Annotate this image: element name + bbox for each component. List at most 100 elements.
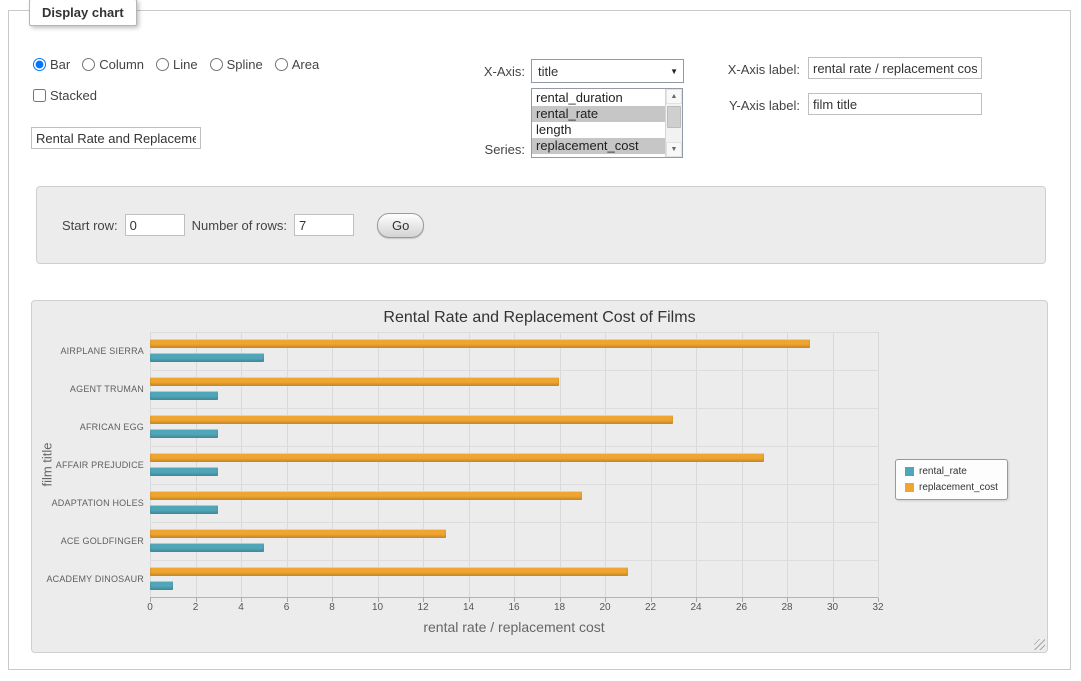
gridline — [742, 332, 743, 598]
chart-panel: Rental Rate and Replacement Cost of Film… — [31, 300, 1048, 653]
bar-replacement_cost[interactable] — [150, 377, 559, 386]
stacked-row: Stacked — [33, 88, 97, 103]
chevron-down-icon: ▼ — [670, 67, 678, 76]
gridline — [651, 332, 652, 598]
chart-title-input[interactable] — [31, 127, 201, 149]
x-tick-label: 28 — [781, 602, 792, 613]
x-axis-select-value: title — [538, 64, 558, 79]
plot-area — [150, 332, 878, 598]
y-axis-label-input[interactable] — [808, 93, 982, 115]
x-tick-label: 30 — [827, 602, 838, 613]
bar-rental_rate[interactable] — [150, 353, 264, 362]
gridline — [423, 332, 424, 598]
x-tick-label: 14 — [463, 602, 474, 613]
start-row-label: Start row: — [62, 218, 118, 233]
stacked-option[interactable]: Stacked — [33, 88, 97, 103]
series-option[interactable]: rental_rate — [532, 106, 665, 122]
chart-type-radio-line[interactable] — [156, 58, 169, 71]
chart-type-label: Column — [99, 57, 144, 72]
gridline — [378, 332, 379, 598]
legend-swatch-replacement_cost — [905, 483, 914, 492]
x-tick-label: 10 — [372, 602, 383, 613]
chart-type-radio-column[interactable] — [82, 58, 95, 71]
series-option[interactable]: rental_duration — [532, 90, 665, 106]
chart-type-option-area[interactable]: Area — [275, 57, 319, 72]
series-list-label: Series: — [405, 142, 525, 157]
gridline — [287, 332, 288, 598]
x-tick-label: 12 — [417, 602, 428, 613]
stacked-checkbox[interactable] — [33, 89, 46, 102]
row-line — [150, 560, 878, 561]
chart-type-radio-area[interactable] — [275, 58, 288, 71]
bar-replacement_cost[interactable] — [150, 339, 810, 348]
series-listbox[interactable]: rental_durationrental_ratelengthreplacem… — [531, 88, 683, 158]
legend: rental_rate replacement_cost — [895, 459, 1008, 500]
legend-item[interactable]: rental_rate — [905, 466, 998, 477]
category-label: AFFAIR PREJUDICE — [40, 446, 144, 484]
go-button[interactable]: Go — [377, 213, 424, 238]
legend-label: replacement_cost — [919, 482, 998, 493]
bar-replacement_cost[interactable] — [150, 453, 764, 462]
scrollbar-thumb[interactable] — [667, 106, 681, 128]
gridline — [833, 332, 834, 598]
y-axis-label-label: Y-Axis label: — [680, 98, 800, 113]
x-tick-label: 18 — [554, 602, 565, 613]
row-line — [150, 408, 878, 409]
category-label: ACE GOLDFINGER — [40, 522, 144, 560]
chart-type-radiogroup: Bar Column Line Spline Area — [33, 57, 319, 72]
bar-rental_rate[interactable] — [150, 581, 173, 590]
gridline — [196, 332, 197, 598]
gridline — [469, 332, 470, 598]
bar-rental_rate[interactable] — [150, 429, 218, 438]
chart-type-radio-bar[interactable] — [33, 58, 46, 71]
chart-type-option-column[interactable]: Column — [82, 57, 144, 72]
row-controls-panel: Start row: Number of rows: Go — [36, 186, 1046, 264]
resize-handle[interactable] — [1034, 639, 1045, 650]
chart-type-option-bar[interactable]: Bar — [33, 57, 70, 72]
chart-type-option-line[interactable]: Line — [156, 57, 198, 72]
gridline — [878, 332, 879, 598]
num-rows-input[interactable] — [294, 214, 354, 236]
display-chart-panel: Display chart Bar Column Line Spline Are… — [8, 10, 1071, 670]
gridline — [241, 332, 242, 598]
row-line — [150, 522, 878, 523]
series-option[interactable]: length — [532, 122, 665, 138]
x-tick-label: 32 — [872, 602, 883, 613]
bar-rental_rate[interactable] — [150, 467, 218, 476]
x-axis-line — [150, 597, 878, 598]
bar-rental_rate[interactable] — [150, 543, 264, 552]
bar-replacement_cost[interactable] — [150, 415, 673, 424]
gridline — [605, 332, 606, 598]
stacked-label: Stacked — [50, 88, 97, 103]
x-tick-label: 20 — [599, 602, 610, 613]
gridline — [560, 332, 561, 598]
x-axis-select[interactable]: title ▼ — [531, 59, 684, 83]
x-axis-label-label: X-Axis label: — [680, 62, 800, 77]
start-row-input[interactable] — [125, 214, 185, 236]
x-axis-label-input[interactable] — [808, 57, 982, 79]
gridline — [514, 332, 515, 598]
row-line — [150, 370, 878, 371]
category-label: AGENT TRUMAN — [40, 370, 144, 408]
x-tick-label: 26 — [736, 602, 747, 613]
bar-rental_rate[interactable] — [150, 505, 218, 514]
chart-type-option-spline[interactable]: Spline — [210, 57, 263, 72]
legend-swatch-rental_rate — [905, 467, 914, 476]
chart-type-radio-spline[interactable] — [210, 58, 223, 71]
category-label: AFRICAN EGG — [40, 408, 144, 446]
x-tick-label: 16 — [508, 602, 519, 613]
bar-replacement_cost[interactable] — [150, 491, 582, 500]
category-label: ADAPTATION HOLES — [40, 484, 144, 522]
legend-item[interactable]: replacement_cost — [905, 482, 998, 493]
bar-rental_rate[interactable] — [150, 391, 218, 400]
series-option[interactable]: replacement_cost — [532, 138, 665, 154]
x-tick-label: 22 — [645, 602, 656, 613]
bar-replacement_cost[interactable] — [150, 529, 446, 538]
chart-type-label: Spline — [227, 57, 263, 72]
gridline — [150, 332, 151, 598]
panel-title: Display chart — [29, 0, 137, 26]
x-tick-label: 2 — [193, 602, 199, 613]
bar-replacement_cost[interactable] — [150, 567, 628, 576]
scroll-down-icon[interactable]: ▼ — [666, 142, 682, 157]
category-label: AIRPLANE SIERRA — [40, 332, 144, 370]
